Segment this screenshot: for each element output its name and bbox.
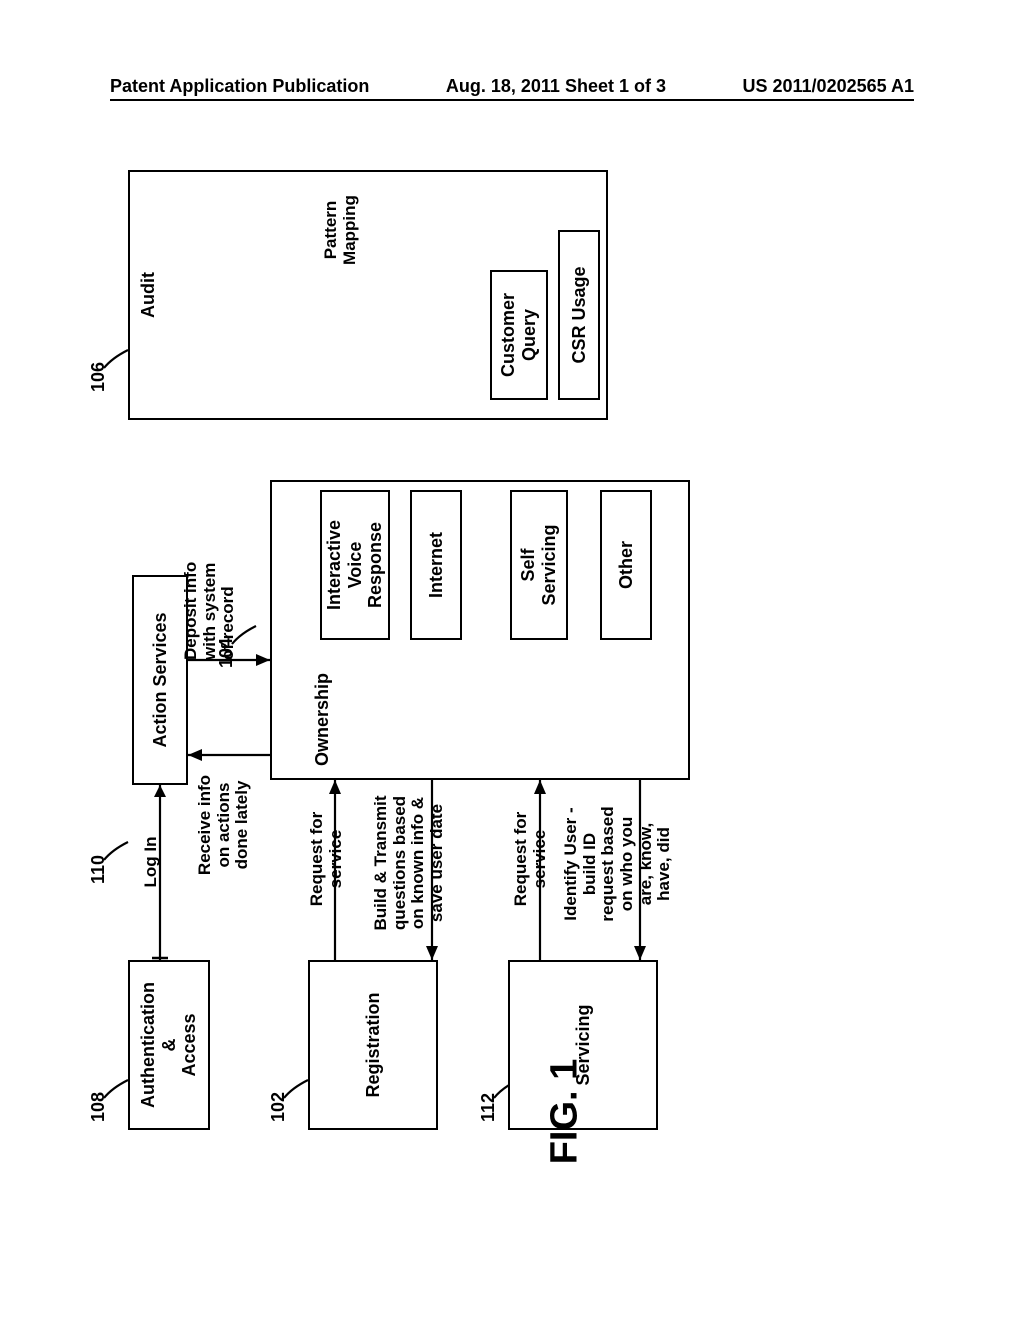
box-other: Other — [600, 490, 652, 640]
label-deposit-info: Deposit info with system of record — [182, 530, 238, 660]
box-ownership-label: Ownership — [312, 673, 333, 766]
box-csr-usage-label: CSR Usage — [569, 266, 590, 363]
box-registration: Registration — [308, 960, 438, 1130]
header-left: Patent Application Publication — [110, 76, 369, 97]
box-auth-access: Authentication & Access — [128, 960, 210, 1130]
label-receive-info: Receive info on actions done lately — [196, 760, 252, 890]
box-csr-usage: CSR Usage — [558, 230, 600, 400]
header-center: Aug. 18, 2011 Sheet 1 of 3 — [446, 76, 666, 97]
box-action-services-label: Action Services — [150, 612, 171, 747]
header-right: US 2011/0202565 A1 — [743, 76, 914, 97]
box-customer-query-label: Customer Query — [498, 293, 539, 377]
label-request-service-2: Request for service — [512, 784, 549, 934]
box-audit-label: Audit — [138, 272, 159, 318]
diagram: 108 110 102 112 104 106 Authentication &… — [110, 160, 914, 1160]
box-registration-label: Registration — [363, 993, 384, 1098]
box-internet: Internet — [410, 490, 462, 640]
ref-110: 110 — [88, 855, 109, 884]
box-customer-query: Customer Query — [490, 270, 548, 400]
ref-102: 102 — [268, 1092, 289, 1122]
box-other-label: Other — [616, 541, 637, 589]
label-identify-user: Identify User - build ID request based o… — [562, 784, 674, 944]
page-header: Patent Application Publication Aug. 18, … — [110, 76, 914, 101]
box-ivr-label: Interactive Voice Response — [324, 520, 386, 610]
label-log-in: Log In — [142, 802, 161, 922]
box-self-servicing: Self Servicing — [510, 490, 568, 640]
figure-label: FIG. 1 — [544, 1059, 587, 1165]
ref-112: 112 — [478, 1093, 499, 1122]
box-auth-access-label: Authentication & Access — [138, 982, 200, 1108]
label-request-service-1: Request for service — [308, 784, 345, 934]
label-build-transmit: Build & Transmit questions based on know… — [372, 778, 447, 948]
label-pattern-mapping: Pattern Mapping — [322, 180, 359, 280]
box-self-servicing-label: Self Servicing — [518, 524, 559, 605]
ref-108: 108 — [88, 1092, 109, 1122]
box-action-services: Action Services — [132, 575, 188, 785]
box-ivr: Interactive Voice Response — [320, 490, 390, 640]
ref-106: 106 — [88, 362, 109, 392]
box-internet-label: Internet — [426, 532, 447, 598]
